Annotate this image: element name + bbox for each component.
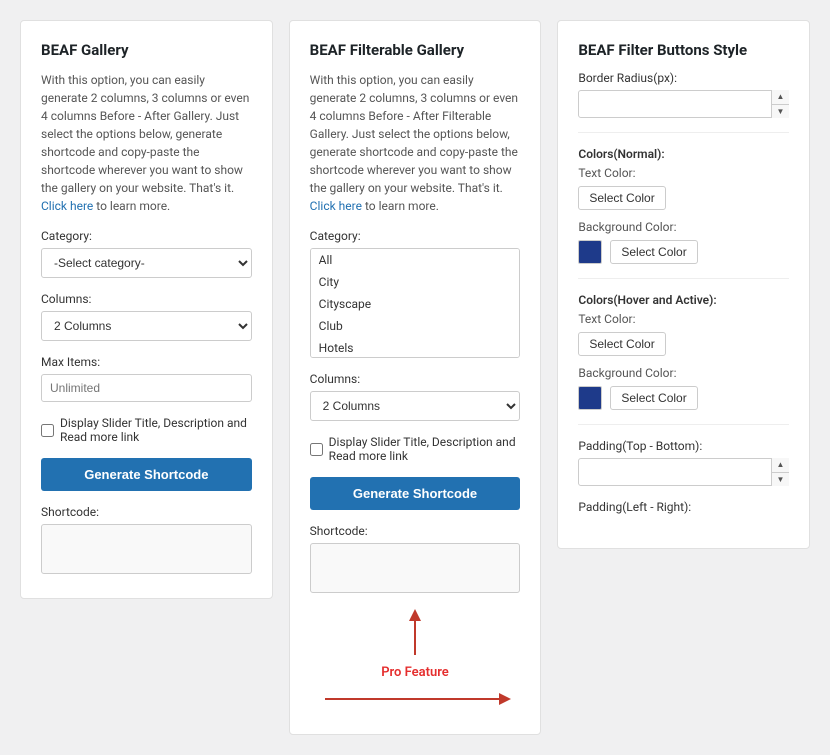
gallery-checkbox[interactable] — [41, 424, 54, 437]
text-color-normal-row: Select Color — [578, 186, 789, 210]
padding-top-bottom-up-btn[interactable]: ▲ — [772, 458, 789, 473]
border-radius-input-wrap: ▲ ▼ — [578, 90, 789, 118]
hover-bg-color-label: Background Color: — [578, 366, 789, 380]
category-item-all[interactable]: All — [311, 249, 520, 271]
padding-top-bottom-wrap: ▲ ▼ — [578, 458, 789, 486]
filterable-columns-group: Columns: 2 Columns 3 Columns 4 Columns — [310, 372, 521, 421]
filterable-generate-btn[interactable]: Generate Shortcode — [310, 477, 521, 510]
border-radius-group: Border Radius(px): ▲ ▼ — [578, 71, 789, 118]
gallery-click-here-link[interactable]: Click here — [41, 199, 93, 213]
gallery-panel-title: BEAF Gallery — [41, 41, 252, 59]
border-radius-label: Border Radius(px): — [578, 71, 789, 85]
filterable-checkbox-label[interactable]: Display Slider Title, Description and Re… — [310, 435, 521, 463]
border-radius-up-btn[interactable]: ▲ — [772, 90, 789, 105]
category-item-cityscape[interactable]: Cityscape — [311, 293, 520, 315]
text-color-normal-label: Text Color: — [578, 166, 789, 180]
pro-feature-area: Pro Feature — [310, 605, 521, 714]
border-radius-down-btn[interactable]: ▼ — [772, 105, 789, 119]
padding-top-bottom-down-btn[interactable]: ▼ — [772, 473, 789, 487]
filterable-panel-description: With this option, you can easily generat… — [310, 71, 521, 215]
filterable-shortcode-textarea[interactable] — [310, 543, 521, 593]
bg-color-normal-swatch — [578, 240, 602, 264]
filterable-shortcode-label: Shortcode: — [310, 524, 521, 538]
gallery-category-group: Category: -Select category- — [41, 229, 252, 278]
divider-2 — [578, 278, 789, 279]
filter-style-panel-title: BEAF Filter Buttons Style — [578, 41, 789, 59]
bg-color-normal-label: Background Color: — [578, 220, 789, 234]
border-radius-spinners: ▲ ▼ — [771, 90, 789, 118]
hover-text-color-row: Select Color — [578, 332, 789, 356]
gallery-checkbox-label[interactable]: Display Slider Title, Description and Re… — [41, 416, 252, 444]
text-color-normal-btn[interactable]: Select Color — [578, 186, 665, 210]
colors-hover-label: Colors(Hover and Active): — [578, 293, 789, 307]
hover-text-color-label: Text Color: — [578, 312, 789, 326]
gallery-shortcode-textarea[interactable] — [41, 524, 252, 574]
gallery-category-label: Category: — [41, 229, 252, 243]
filterable-gallery-panel: BEAF Filterable Gallery With this option… — [289, 20, 542, 735]
gallery-columns-label: Columns: — [41, 292, 252, 306]
padding-top-bottom-group: Padding(Top - Bottom): ▲ ▼ — [578, 439, 789, 486]
hover-bg-color-swatch — [578, 386, 602, 410]
gallery-shortcode-label: Shortcode: — [41, 505, 252, 519]
filterable-category-label: Category: — [310, 229, 521, 243]
filterable-category-group: Category: All City Cityscape Club Hotels — [310, 229, 521, 358]
filterable-click-here-link[interactable]: Click here — [310, 199, 362, 213]
filterable-category-multiselect[interactable]: All City Cityscape Club Hotels — [310, 248, 521, 358]
pro-feature-arrow-icon — [375, 605, 455, 665]
filterable-panel-title: BEAF Filterable Gallery — [310, 41, 521, 59]
filter-buttons-style-panel: BEAF Filter Buttons Style Border Radius(… — [557, 20, 810, 549]
padding-top-bottom-spinners: ▲ ▼ — [771, 458, 789, 486]
divider-3 — [578, 424, 789, 425]
bg-color-normal-row: Select Color — [578, 240, 789, 264]
category-item-hotels[interactable]: Hotels — [311, 337, 520, 358]
gallery-panel: BEAF Gallery With this option, you can e… — [20, 20, 273, 599]
colors-normal-label: Colors(Normal): — [578, 147, 789, 161]
gallery-panel-description: With this option, you can easily generat… — [41, 71, 252, 215]
gallery-maxitems-group: Max Items: — [41, 355, 252, 402]
gallery-columns-select[interactable]: 2 Columns 3 Columns 4 Columns — [41, 311, 252, 341]
padding-left-right-label: Padding(Left - Right): — [578, 500, 789, 514]
divider-1 — [578, 132, 789, 133]
colors-normal-group: Colors(Normal): Text Color: Select Color… — [578, 147, 789, 264]
category-item-club[interactable]: Club — [311, 315, 520, 337]
gallery-category-select[interactable]: -Select category- — [41, 248, 252, 278]
filterable-columns-label: Columns: — [310, 372, 521, 386]
padding-top-bottom-label: Padding(Top - Bottom): — [578, 439, 789, 453]
padding-top-bottom-input[interactable] — [578, 458, 789, 486]
bg-color-normal-btn[interactable]: Select Color — [610, 240, 697, 264]
gallery-maxitems-input[interactable] — [41, 374, 252, 402]
colors-hover-group: Colors(Hover and Active): Text Color: Se… — [578, 293, 789, 410]
gallery-maxitems-label: Max Items: — [41, 355, 252, 369]
category-item-city[interactable]: City — [311, 271, 520, 293]
filterable-checkbox[interactable] — [310, 443, 323, 456]
border-radius-input[interactable] — [578, 90, 789, 118]
pro-feature-right-arrow-icon — [315, 684, 515, 714]
pro-feature-label: Pro Feature — [381, 665, 449, 680]
hover-bg-color-row: Select Color — [578, 386, 789, 410]
hover-text-color-btn[interactable]: Select Color — [578, 332, 665, 356]
hover-bg-color-btn[interactable]: Select Color — [610, 386, 697, 410]
filterable-columns-select[interactable]: 2 Columns 3 Columns 4 Columns — [310, 391, 521, 421]
padding-left-right-group: Padding(Left - Right): — [578, 500, 789, 514]
gallery-generate-btn[interactable]: Generate Shortcode — [41, 458, 252, 491]
gallery-columns-group: Columns: 2 Columns 3 Columns 4 Columns — [41, 292, 252, 341]
